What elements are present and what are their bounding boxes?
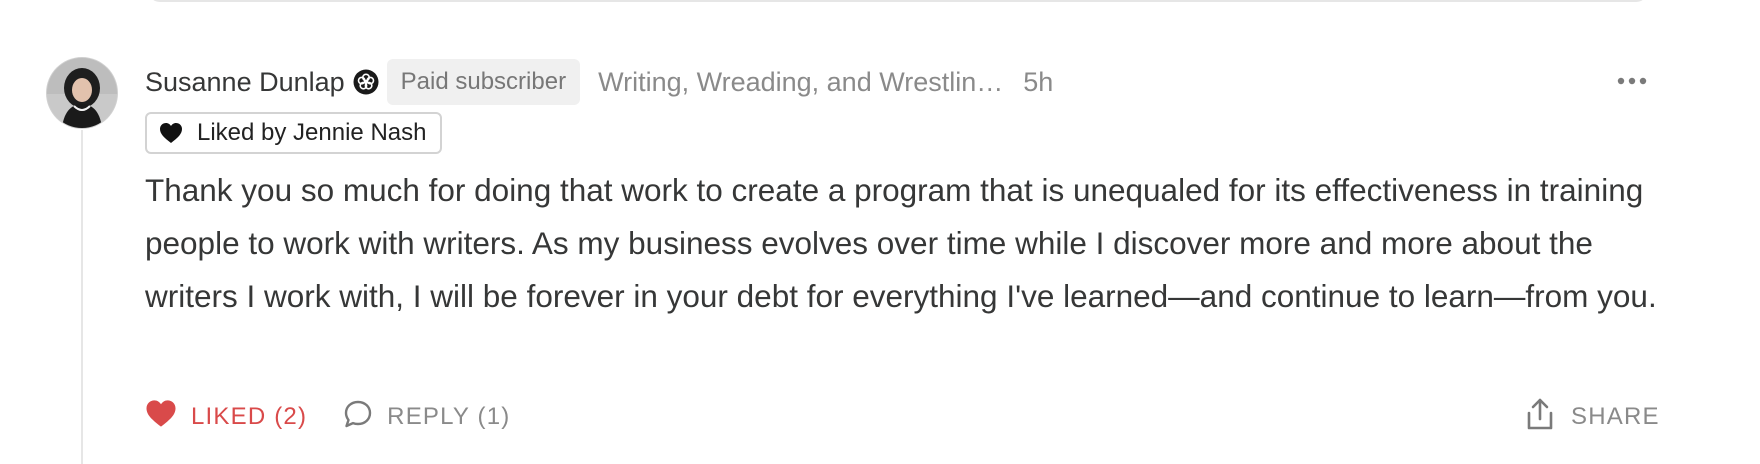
comment-body: Thank you so much for doing that work to… (145, 172, 1657, 314)
more-options-button[interactable] (1612, 66, 1652, 96)
previous-card-edge (148, 0, 1648, 2)
avatar[interactable] (47, 58, 117, 128)
avatar-image (47, 58, 117, 128)
share-label: SHARE (1571, 403, 1660, 430)
comment-actions: LIKED (2) REPLY (1) (145, 397, 510, 437)
heart-icon (160, 123, 182, 143)
share-upload-icon (1525, 397, 1555, 438)
thread-line (81, 130, 83, 464)
heart-filled-icon (145, 399, 177, 435)
speech-bubble-icon (343, 399, 373, 436)
author-name[interactable]: Susanne Dunlap (145, 67, 345, 98)
timestamp[interactable]: 5h (1023, 67, 1053, 98)
publication-name[interactable]: Writing, Wreading, and Wrestlin… (598, 67, 1003, 98)
flower-badge-icon (353, 69, 379, 95)
liked-by-tag[interactable]: Liked by Jennie Nash (145, 112, 443, 154)
comment-page: Susanne Dunlap Paid subscriber Writing, … (0, 0, 1760, 464)
reply-button[interactable]: REPLY (1) (343, 399, 510, 436)
share-button[interactable]: SHARE (1525, 397, 1660, 437)
like-label: LIKED (2) (191, 403, 308, 430)
subscriber-badge: Paid subscriber (386, 59, 581, 105)
ellipsis-icon (1617, 77, 1647, 85)
reply-label: REPLY (1) (387, 403, 511, 430)
comment-header: Susanne Dunlap Paid subscriber Writing, … (145, 59, 1053, 105)
like-button[interactable]: LIKED (2) (145, 399, 307, 435)
liked-by-text: Liked by Jennie Nash (197, 119, 427, 146)
